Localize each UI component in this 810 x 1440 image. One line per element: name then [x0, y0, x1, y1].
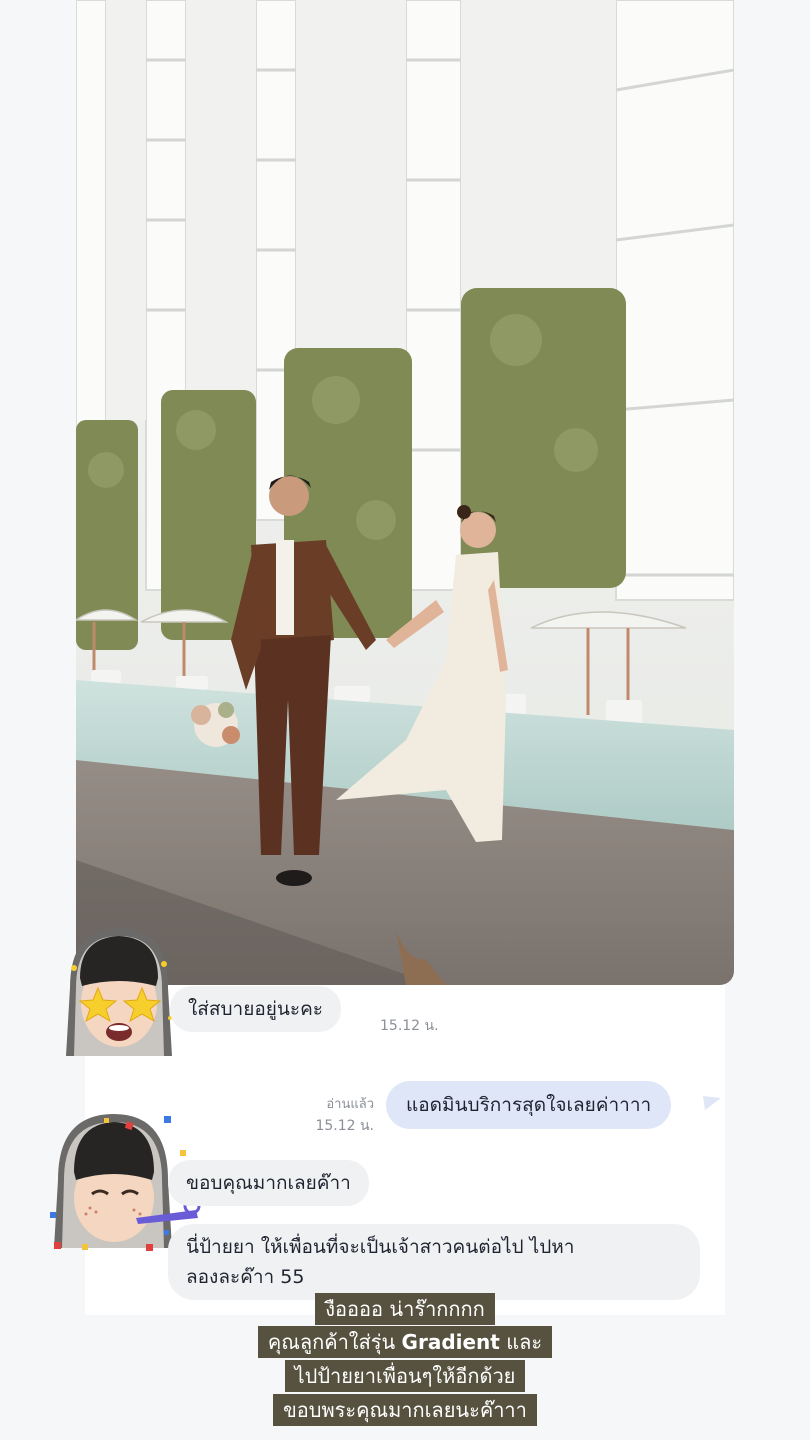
- caption-text: และ: [499, 1330, 543, 1354]
- caption-text: คุณลูกค้าใส่รุ่น: [267, 1330, 402, 1354]
- message-line: ลองละค๊าา 55: [186, 1266, 305, 1288]
- wedding-photo-illustration: [76, 0, 734, 985]
- memoji-star-eyes-avatar: [60, 928, 178, 1068]
- message-bubble-incoming[interactable]: ใส่สบายอยู่นะคะ: [170, 986, 341, 1032]
- wedding-photo: [76, 0, 734, 985]
- caption-line-2: คุณลูกค้าใส่รุ่น Gradient และ: [0, 1326, 810, 1358]
- message-bubble-incoming[interactable]: นี่ป้ายยา ให้เพื่อนที่จะเป็นเจ้าสาวคนต่อ…: [168, 1224, 700, 1300]
- read-receipt: อ่านแล้ว: [326, 1097, 374, 1112]
- message-timestamp: 15.12 น.: [315, 1118, 374, 1134]
- caption-product-name: Gradient: [401, 1330, 500, 1354]
- bubble-tail-icon: [703, 1096, 721, 1110]
- caption-line-4: ขอบพระคุณมากเลยนะค๊าาา: [0, 1394, 810, 1426]
- message-bubble-outgoing[interactable]: แอดมินบริการสุดใจเลยค่าาาา: [386, 1081, 672, 1129]
- message-timestamp: 15.12 น.: [380, 1018, 439, 1034]
- caption-line-3: ไปป้ายยาเพื่อนๆให้อีกด้วย: [0, 1360, 810, 1392]
- message-bubble-incoming[interactable]: ขอบคุณมากเลยค๊าา: [168, 1160, 369, 1206]
- caption-line-1: งืออออ น่าร๊ากกกก: [0, 1293, 810, 1325]
- message-line: นี่ป้ายยา ให้เพื่อนที่จะเป็นเจ้าสาวคนต่อ…: [186, 1236, 575, 1258]
